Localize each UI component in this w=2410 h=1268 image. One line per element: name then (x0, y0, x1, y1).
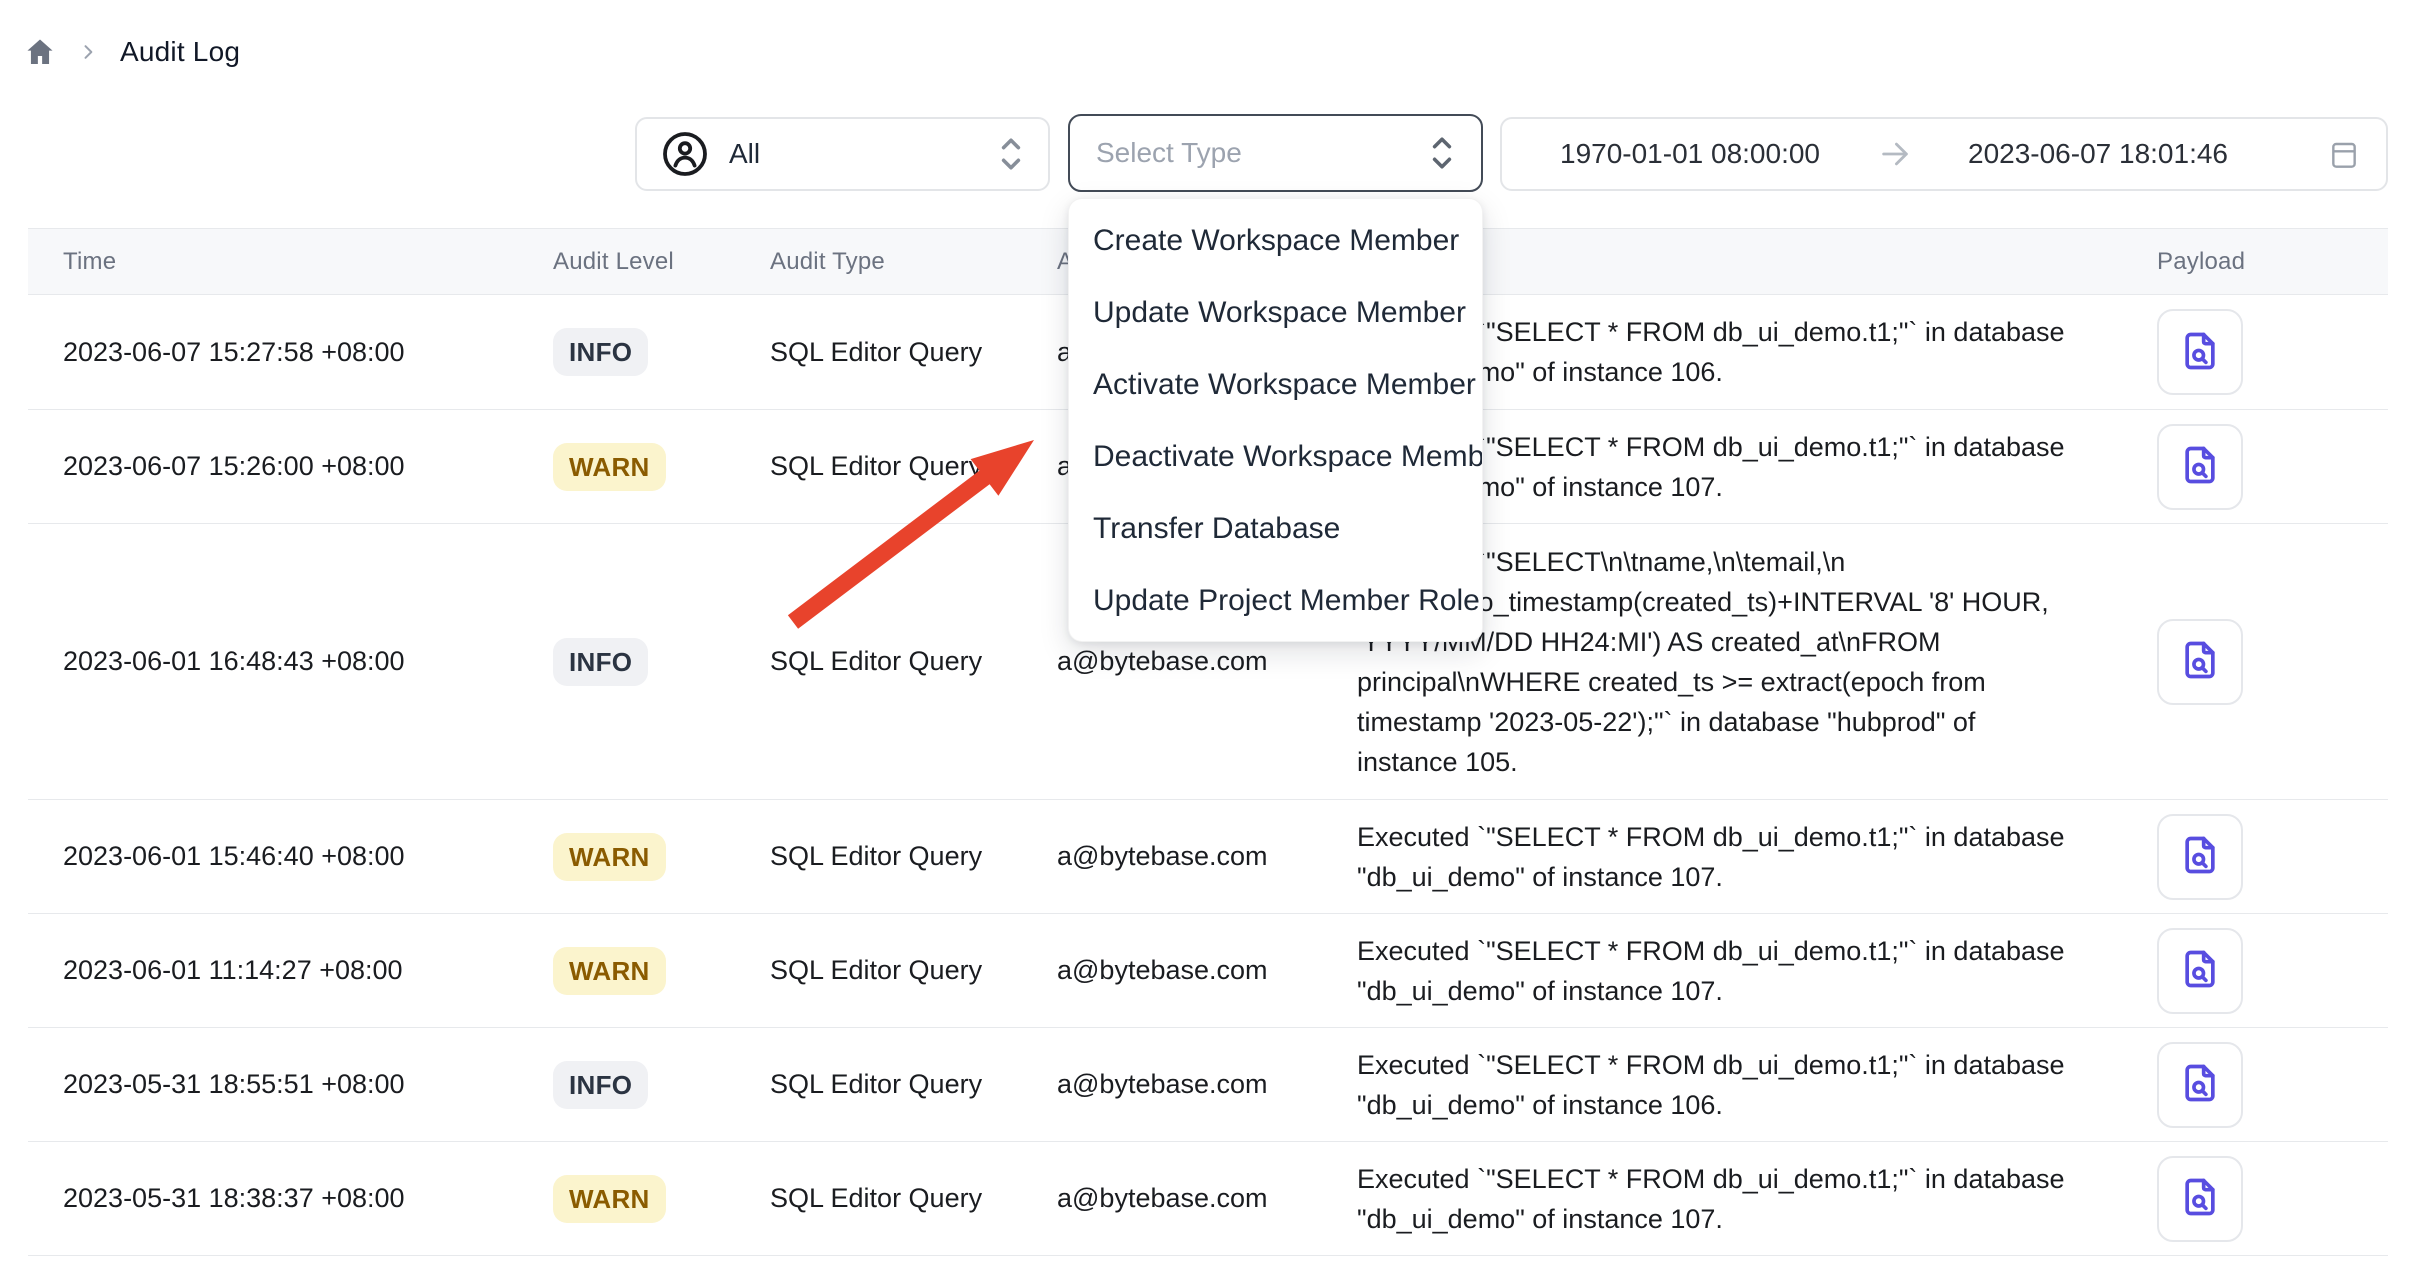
file-search-icon (2178, 1059, 2222, 1110)
type-dropdown-menu: Create Workspace Member Update Workspace… (1068, 198, 1483, 642)
person-circle-icon (661, 130, 709, 178)
calendar-icon (2328, 138, 2360, 170)
column-header-time: Time (28, 248, 553, 276)
table-row: 2023-05-31 18:38:37 +08:00 WARN SQL Edit… (28, 1142, 2388, 1256)
file-search-icon (2178, 441, 2222, 492)
cell-actor: a@bytebase.com (1057, 1069, 1357, 1100)
date-range-end[interactable]: 2023-06-07 18:01:46 (1968, 138, 2228, 170)
dropdown-option-update-project-member-role[interactable]: Update Project Member Role (1069, 565, 1482, 637)
file-search-icon (2178, 831, 2222, 882)
audit-level-badge: WARN (553, 443, 666, 491)
chevron-up-down-icon (998, 135, 1024, 173)
date-range-picker[interactable]: 1970-01-01 08:00:00 2023-06-07 18:01:46 (1500, 117, 2388, 191)
cell-actor: a@bytebase.com (1057, 841, 1357, 872)
cell-comment: Executed `"SELECT * FROM db_ui_demo.t1;"… (1357, 1045, 2127, 1125)
dropdown-option-create-workspace-member[interactable]: Create Workspace Member (1069, 205, 1482, 277)
table-row: 2023-06-01 11:14:27 +08:00 WARN SQL Edit… (28, 914, 2388, 1028)
table-row: 2023-05-31 18:55:51 +08:00 INFO SQL Edit… (28, 1028, 2388, 1142)
view-payload-button[interactable] (2157, 1042, 2243, 1128)
column-header-payload: Payload (2127, 248, 2388, 276)
cell-time: 2023-06-01 16:48:43 +08:00 (28, 646, 553, 677)
view-payload-button[interactable] (2157, 814, 2243, 900)
cell-audit-type: SQL Editor Query (770, 1183, 1057, 1214)
chevron-up-down-icon (1429, 134, 1455, 172)
home-icon[interactable] (24, 36, 56, 68)
file-search-icon (2178, 1173, 2222, 1224)
cell-actor: a@bytebase.com (1057, 646, 1357, 677)
audit-level-badge: INFO (553, 328, 648, 376)
page-title: Audit Log (120, 36, 240, 68)
cell-audit-type: SQL Editor Query (770, 1069, 1057, 1100)
cell-time: 2023-05-31 18:55:51 +08:00 (28, 1069, 553, 1100)
audit-level-badge: WARN (553, 947, 666, 995)
cell-actor: a@bytebase.com (1057, 1183, 1357, 1214)
view-payload-button[interactable] (2157, 424, 2243, 510)
cell-audit-type: SQL Editor Query (770, 841, 1057, 872)
audit-level-badge: WARN (553, 1175, 666, 1223)
audit-level-badge: WARN (553, 833, 666, 881)
cell-comment: Executed `"SELECT * FROM db_ui_demo.t1;"… (1357, 931, 2127, 1011)
cell-audit-type: SQL Editor Query (770, 955, 1057, 986)
breadcrumb: Audit Log (24, 36, 240, 68)
dropdown-option-transfer-database[interactable]: Transfer Database (1069, 493, 1482, 565)
actor-filter-value: All (729, 138, 760, 170)
cell-audit-type: SQL Editor Query (770, 451, 1057, 482)
arrow-right-icon (1878, 137, 1912, 171)
view-payload-button[interactable] (2157, 309, 2243, 395)
cell-time: 2023-05-31 18:38:37 +08:00 (28, 1183, 553, 1214)
file-search-icon (2178, 327, 2222, 378)
date-range-start[interactable]: 1970-01-01 08:00:00 (1560, 138, 1820, 170)
chevron-right-icon (78, 42, 98, 62)
table-row: 2023-06-01 15:46:40 +08:00 WARN SQL Edit… (28, 800, 2388, 914)
cell-comment: Executed `"SELECT * FROM db_ui_demo.t1;"… (1357, 817, 2127, 897)
file-search-icon (2178, 636, 2222, 687)
cell-time: 2023-06-01 15:46:40 +08:00 (28, 841, 553, 872)
view-payload-button[interactable] (2157, 928, 2243, 1014)
cell-time: 2023-06-07 15:26:00 +08:00 (28, 451, 553, 482)
cell-audit-type: SQL Editor Query (770, 337, 1057, 368)
cell-actor: a@bytebase.com (1057, 955, 1357, 986)
dropdown-option-update-workspace-member[interactable]: Update Workspace Member (1069, 277, 1482, 349)
audit-level-badge: INFO (553, 638, 648, 686)
cell-time: 2023-06-01 11:14:27 +08:00 (28, 955, 553, 986)
type-filter-placeholder: Select Type (1096, 137, 1242, 169)
cell-audit-type: SQL Editor Query (770, 646, 1057, 677)
dropdown-option-deactivate-workspace-member[interactable]: Deactivate Workspace Member (1069, 421, 1482, 493)
cell-time: 2023-06-07 15:27:58 +08:00 (28, 337, 553, 368)
audit-level-badge: INFO (553, 1061, 648, 1109)
cell-comment: Executed `"SELECT * FROM db_ui_demo.t1;"… (1357, 1159, 2127, 1239)
view-payload-button[interactable] (2157, 619, 2243, 705)
column-header-level: Audit Level (553, 248, 770, 276)
view-payload-button[interactable] (2157, 1156, 2243, 1242)
dropdown-option-activate-workspace-member[interactable]: Activate Workspace Member (1069, 349, 1482, 421)
type-filter-select[interactable]: Select Type (1068, 114, 1483, 192)
actor-filter-select[interactable]: All (635, 117, 1050, 191)
column-header-type: Audit Type (770, 248, 1057, 276)
file-search-icon (2178, 945, 2222, 996)
